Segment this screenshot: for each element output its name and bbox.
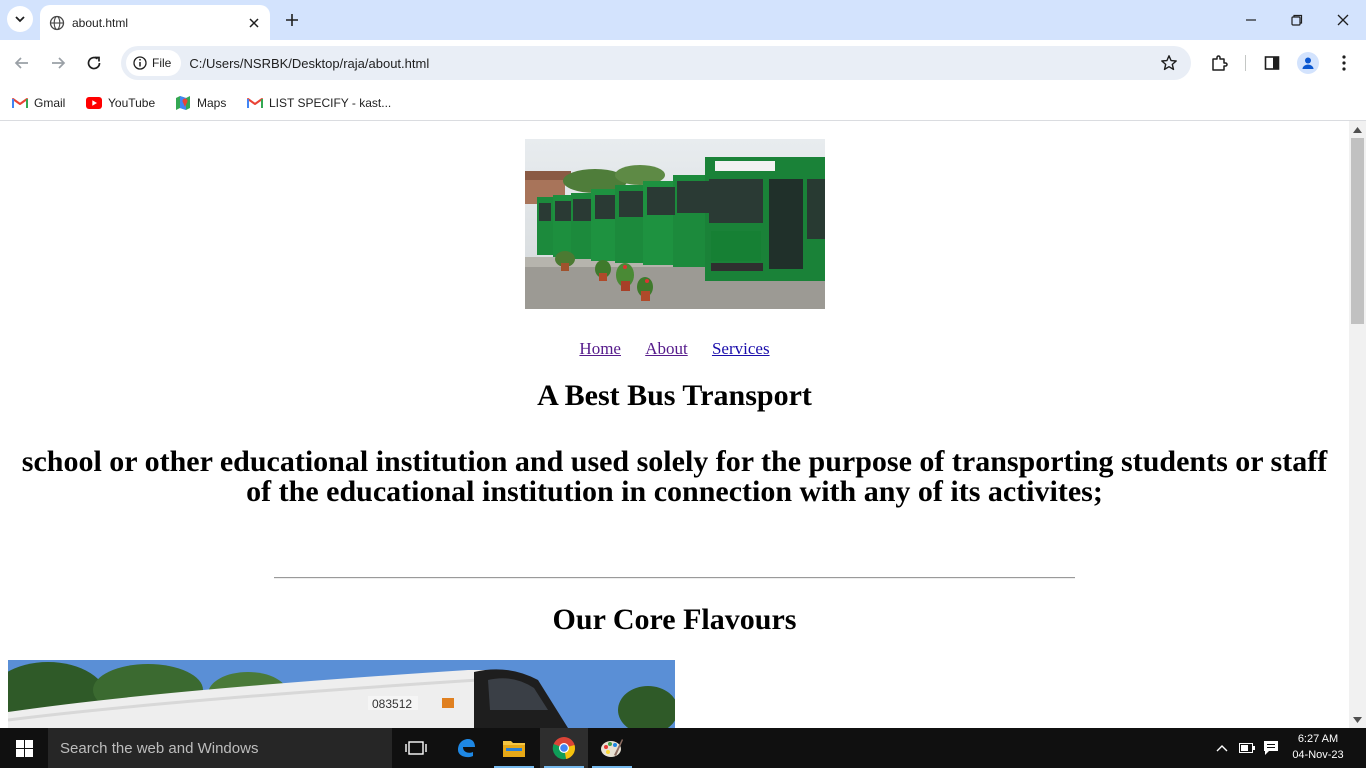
chevron-up-icon (1216, 745, 1228, 752)
plus-icon (286, 14, 298, 26)
scroll-up-icon[interactable] (1353, 125, 1362, 134)
close-icon (1337, 14, 1349, 26)
page-viewport: Home About Services A Best Bus Transport… (0, 121, 1349, 728)
maps-icon (175, 95, 191, 111)
address-bar[interactable]: File C:/Users/NSRBK/Desktop/raja/about.h… (121, 46, 1191, 80)
tab-strip: about.html (0, 0, 1366, 40)
page-title: A Best Bus Transport (537, 379, 812, 412)
bookmark-gmail[interactable]: Gmail (12, 91, 65, 115)
white-bus-image: 083512 (8, 660, 675, 728)
nav-link-about[interactable]: About (645, 339, 688, 358)
puzzle-icon (1212, 55, 1228, 71)
action-center-icon (1264, 741, 1278, 755)
battery-indicator[interactable] (1236, 728, 1258, 768)
site-info-chip[interactable]: File (126, 50, 182, 76)
tray-overflow-button[interactable] (1212, 728, 1232, 768)
bookmark-label: Gmail (34, 96, 66, 110)
reload-button[interactable] (82, 51, 106, 75)
back-arrow-icon (14, 57, 28, 69)
scrollbar-thumb[interactable] (1351, 138, 1364, 324)
bookmark-label: Maps (197, 96, 227, 110)
minimize-button[interactable] (1239, 8, 1263, 32)
folder-icon (503, 741, 525, 757)
extensions-button[interactable] (1207, 51, 1231, 75)
taskbar-search-placeholder: Search the web and Windows (60, 739, 259, 757)
taskbar-clock[interactable]: 6:27 AM 04-Nov-23 (1290, 731, 1346, 763)
paint-palette-icon (601, 739, 623, 757)
chevron-down-icon (15, 16, 25, 23)
windows-logo-icon (15, 739, 33, 757)
nav-link-services[interactable]: Services (712, 339, 770, 358)
restore-button[interactable] (1285, 8, 1309, 32)
bookmark-maps[interactable]: Maps (175, 91, 226, 115)
tab-title: about.html (72, 15, 129, 30)
clock-date: 04-Nov-23 (1292, 749, 1344, 761)
bookmarks-bar: Gmail YouTube Maps LIST SPECIFY - kast..… (0, 86, 1366, 121)
person-icon (1302, 57, 1314, 69)
chrome-icon (552, 737, 575, 760)
page-subtitle: school or other educational institution … (21, 445, 1328, 508)
reload-icon (87, 56, 101, 70)
taskbar-chrome[interactable] (540, 728, 588, 768)
toolbar-divider (1245, 55, 1246, 71)
back-button[interactable] (10, 51, 34, 75)
taskbar-edge[interactable] (442, 728, 490, 768)
url-text[interactable]: C:/Users/NSRBK/Desktop/raja/about.html (189, 56, 1157, 71)
page-scrollbar[interactable] (1349, 121, 1366, 728)
start-button[interactable] (0, 728, 48, 768)
divider (274, 577, 1075, 579)
kebab-menu-icon (1342, 55, 1346, 71)
forward-button[interactable] (46, 51, 70, 75)
bookmark-label: LIST SPECIFY - kast... (269, 96, 392, 110)
bookmark-label: YouTube (108, 96, 156, 110)
new-tab-button[interactable] (282, 10, 302, 30)
menu-button[interactable] (1332, 51, 1356, 75)
section-heading: Our Core Flavours (552, 603, 797, 636)
windows-taskbar: Search the web and Windows 6:27 AM 04-No… (0, 728, 1366, 768)
close-tab-icon[interactable] (246, 15, 262, 31)
bookmark-list-specify[interactable]: LIST SPECIFY - kast... (247, 91, 391, 115)
info-icon (133, 56, 147, 70)
svg-text:083512: 083512 (372, 697, 412, 711)
edge-icon (458, 739, 475, 758)
bookmark-youtube[interactable]: YouTube (86, 91, 155, 115)
tab-search-button[interactable] (7, 6, 33, 32)
scroll-down-icon[interactable] (1353, 715, 1362, 724)
gmail-icon (12, 95, 28, 111)
bookmark-star-icon[interactable] (1157, 51, 1181, 75)
clock-time: 6:27 AM (1297, 733, 1339, 745)
battery-icon (1239, 743, 1255, 753)
restore-icon (1291, 14, 1303, 26)
gmail-icon (247, 95, 263, 111)
site-nav: Home About Services (0, 339, 1349, 359)
nav-link-home[interactable]: Home (579, 339, 621, 358)
forward-arrow-icon (52, 57, 66, 69)
browser-toolbar: File C:/Users/NSRBK/Desktop/raja/about.h… (0, 40, 1366, 86)
task-view-button[interactable] (392, 728, 440, 768)
taskbar-search-box[interactable]: Search the web and Windows (48, 728, 392, 768)
active-tab[interactable]: about.html (40, 5, 270, 40)
youtube-icon (86, 95, 102, 111)
side-panel-button[interactable] (1260, 51, 1284, 75)
side-panel-icon (1264, 56, 1280, 70)
taskbar-file-explorer[interactable] (490, 728, 538, 768)
globe-icon (49, 15, 65, 31)
profile-avatar[interactable] (1297, 52, 1319, 74)
minimize-icon (1246, 19, 1256, 21)
bus-fleet-image (525, 139, 825, 309)
notifications-button[interactable] (1260, 728, 1282, 768)
taskbar-paint[interactable] (588, 728, 636, 768)
close-window-button[interactable] (1331, 8, 1355, 32)
task-view-icon (405, 741, 427, 755)
site-info-label: File (152, 56, 172, 70)
